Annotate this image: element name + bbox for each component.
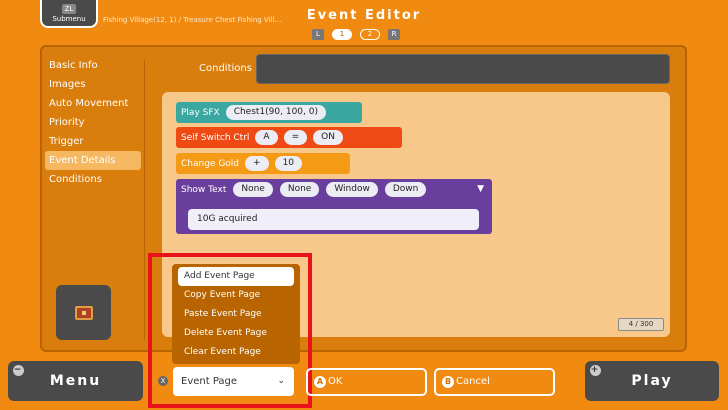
sidebar-item-event-details[interactable]: Event Details xyxy=(45,151,141,170)
window-pill[interactable]: Window xyxy=(326,182,378,197)
command-change-gold[interactable]: Change Gold + 10 xyxy=(176,153,350,174)
page-tab-1[interactable]: 1 xyxy=(332,29,352,40)
b-key-icon: B xyxy=(442,376,454,388)
command-self-switch[interactable]: Self Switch Ctrl A = ON xyxy=(176,127,402,148)
command-show-text[interactable]: Show Text None None Window Down ▼ 10G ac… xyxy=(176,179,492,234)
conditions-label: Conditions xyxy=(199,63,252,74)
menu-button[interactable]: − Menu xyxy=(8,361,143,401)
sidebar-item-basic-info[interactable]: Basic Info xyxy=(45,56,141,75)
switch-pill[interactable]: A xyxy=(255,130,278,145)
event-page-select[interactable]: Event Page ⌄ xyxy=(173,367,294,396)
sfx-value-pill[interactable]: Chest1(90, 100, 0) xyxy=(225,105,326,120)
l-key-badge[interactable]: L xyxy=(312,29,324,40)
command-label: Self Switch Ctrl xyxy=(181,132,250,143)
sidebar: Basic Info Images Auto Movement Priority… xyxy=(45,56,141,189)
plus-key-icon: + xyxy=(590,365,601,376)
page-tab-2[interactable]: 2 xyxy=(360,29,380,40)
command-label: Show Text xyxy=(181,184,227,195)
face-pill[interactable]: None xyxy=(233,182,273,197)
event-graphic-thumbnail[interactable] xyxy=(56,285,111,340)
a-key-icon: A xyxy=(314,376,326,388)
select-value: Event Page xyxy=(181,376,238,387)
page-tabs: L 1 2 R xyxy=(312,29,400,40)
ok-button[interactable]: A OK xyxy=(306,368,427,396)
ok-label: OK xyxy=(328,376,343,387)
operator-pill[interactable]: = xyxy=(283,130,308,145)
sidebar-item-images[interactable]: Images xyxy=(45,75,141,94)
command-counter: 4 / 300 xyxy=(618,318,664,331)
sidebar-divider xyxy=(144,60,145,340)
r-key-badge[interactable]: R xyxy=(388,29,400,40)
menu-label: Menu xyxy=(49,373,102,389)
gold-amount-pill[interactable]: 10 xyxy=(274,156,303,171)
x-key-icon: X xyxy=(158,376,168,386)
message-text[interactable]: 10G acquired xyxy=(188,209,479,230)
play-label: Play xyxy=(631,373,673,389)
sidebar-item-auto-movement[interactable]: Auto Movement xyxy=(45,94,141,113)
cancel-button[interactable]: B Cancel xyxy=(434,368,555,396)
command-label: Change Gold xyxy=(181,158,240,169)
minus-key-icon: − xyxy=(13,365,24,376)
cancel-label: Cancel xyxy=(456,376,490,387)
conditions-field[interactable] xyxy=(256,54,670,84)
sidebar-item-priority[interactable]: Priority xyxy=(45,113,141,132)
command-play-sfx[interactable]: Play SFX Chest1(90, 100, 0) xyxy=(176,102,362,123)
state-pill[interactable]: ON xyxy=(313,130,343,145)
command-label: Play SFX xyxy=(181,107,220,118)
position-pill[interactable]: Down xyxy=(384,182,427,197)
play-button[interactable]: + Play xyxy=(585,361,719,401)
treasure-chest-icon xyxy=(74,305,93,320)
name-pill[interactable]: None xyxy=(279,182,320,197)
collapse-arrow-icon[interactable]: ▼ xyxy=(477,184,484,194)
page-title: Event Editor xyxy=(306,8,422,23)
sidebar-item-conditions[interactable]: Conditions xyxy=(45,170,141,189)
sidebar-item-trigger[interactable]: Trigger xyxy=(45,132,141,151)
chevron-down-icon: ⌄ xyxy=(277,376,285,386)
gold-op-pill[interactable]: + xyxy=(245,156,269,171)
